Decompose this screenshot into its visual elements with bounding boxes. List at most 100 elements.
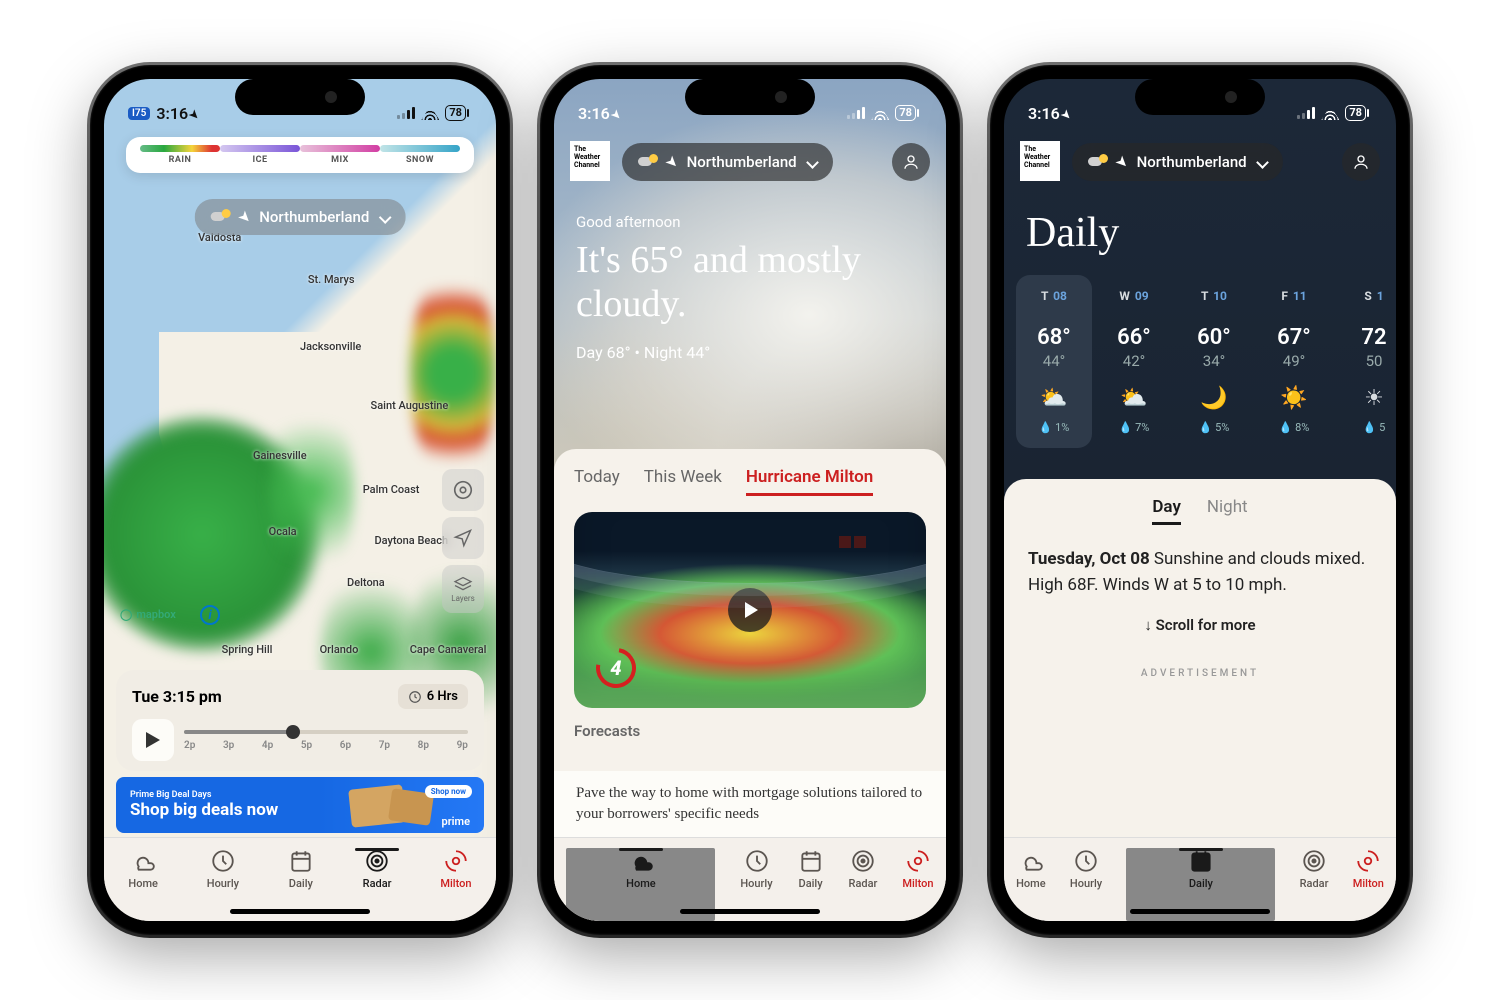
timeline-current-time: Tue 3:15 pm [132,687,222,706]
legend-item-snow: SNOW [380,145,460,165]
city-label: Deltona [347,576,385,589]
day-column[interactable]: S 1 7250 ☀ 💧 5 [1336,275,1396,448]
ad-cta: Shop now [425,785,472,798]
wifi-icon [871,106,889,120]
tab-label: Milton [440,877,471,890]
content-tabs: Today This Week Hurricane Milton [574,467,926,496]
day-column[interactable]: W 09 66°42° ⛅ 💧 7% [1096,275,1172,448]
battery-icon: 78 [445,105,466,121]
tab-label: Daily [289,877,313,890]
city-label: Orlando [320,643,359,656]
tab-milton[interactable]: Milton [902,848,933,890]
daily-forecast-strip[interactable]: T 08 68°44° ⛅ 💧 1% W 09 66°42° ⛅ 💧 7% T … [1008,275,1396,448]
ad-banner[interactable]: Pave the way to home with mortgage solut… [554,771,946,837]
chevron-down-icon [378,211,391,224]
tab-label: Hourly [740,877,772,890]
day-night-temps: Day 68° • Night 44° [576,343,710,362]
profile-button[interactable] [892,143,930,181]
tab-label: Home [1016,877,1046,890]
radar-timeline: Tue 3:15 pm 6 Hrs 2p3p4p5p6p7p8p9p [116,670,484,771]
tab-label: Radar [1300,877,1329,890]
phone-home: 3:16 78 The Weather Channel ➤ Northumber… [540,65,960,935]
day-column[interactable]: T 08 68°44° ⛅ 💧 1% [1016,275,1092,448]
tab-home[interactable]: Home [128,848,158,890]
tab-radar[interactable]: Radar [363,848,392,890]
location-name: Northumberland [259,208,369,226]
home-indicator[interactable] [230,909,370,914]
day-night-tabs: Day Night [1004,497,1396,525]
tab-milton[interactable]: Milton [1353,848,1384,890]
dynamic-island [685,79,815,115]
ad-banner[interactable]: Prime Big Deal DaysShop big deals now Sh… [116,777,484,833]
profile-button[interactable] [1342,143,1380,181]
hurricane-video-card[interactable] [574,512,926,708]
city-label: Saint Augustine [371,399,449,412]
signal-icon [847,107,865,119]
home-indicator[interactable] [1130,909,1270,914]
day-column[interactable]: F 11 67°49° ☀️ 💧 8% [1256,275,1332,448]
weather-channel-logo[interactable]: The Weather Channel [1020,141,1060,181]
battery-icon: 78 [895,105,916,121]
forecasts-heading: Forecasts [574,722,926,740]
weather-channel-logo[interactable]: The Weather Channel [570,141,610,181]
map-info-button[interactable]: i [200,605,220,625]
play-icon [728,588,772,632]
timeline-ticks: 2p3p4p5p6p7p8p9p [184,740,468,751]
tab-label: Radar [849,877,878,890]
tab-hourly[interactable]: Hourly [207,848,239,890]
content-tab[interactable]: This Week [644,467,722,496]
city-label: Jacksonville [300,340,361,353]
city-label: Palm Coast [363,483,420,496]
location-services-icon [607,103,627,123]
location-arrow-icon: ➤ [661,151,683,173]
tab-home[interactable]: Home [1016,848,1046,890]
location-selector[interactable]: ➤ Northumberland [1072,143,1283,181]
daynight-tab[interactable]: Night [1207,497,1248,525]
play-button[interactable] [132,719,174,761]
location-arrow-icon: ➤ [1111,151,1133,173]
content-tab[interactable]: Today [574,467,620,496]
legend-item-ice: ICE [220,145,300,165]
location-selector[interactable]: ➤ Northumberland [622,143,833,181]
weather-icon [638,152,658,172]
tab-label: Hourly [1070,877,1102,890]
timeline-slider[interactable]: 2p3p4p5p6p7p8p9p [184,730,468,751]
tab-label: Home [128,877,158,890]
status-time: 3:16 [578,104,610,123]
tab-hourly[interactable]: Hourly [740,848,772,890]
storm-track-button[interactable] [442,469,484,511]
radar-echo [269,399,355,584]
battery-icon: 78 [1345,105,1366,121]
locate-me-button[interactable] [442,517,484,559]
page-title: Daily [1026,209,1119,257]
tab-radar[interactable]: Radar [1300,848,1329,890]
weather-icon [211,207,231,227]
summary-date: Tuesday, Oct 08 [1028,549,1150,569]
tab-milton[interactable]: Milton [440,848,471,890]
duration-label: 6 Hrs [427,689,458,704]
legend-item-rain: RAIN [140,145,220,165]
tab-radar[interactable]: Radar [849,848,878,890]
content-tab[interactable]: Hurricane Milton [746,467,873,496]
daynight-tab[interactable]: Day [1152,497,1181,525]
mapbox-attribution[interactable]: ◯ mapbox [120,608,176,621]
layers-button[interactable]: Layers [442,565,484,613]
tab-daily[interactable]: Daily [288,848,314,890]
tab-hourly[interactable]: Hourly [1070,848,1102,890]
location-arrow-icon: ➤ [234,206,256,228]
radar-echo [410,264,496,483]
location-selector[interactable]: ➤ Northumberland [195,199,406,235]
wifi-icon [1321,106,1339,120]
layers-label: Layers [451,594,474,603]
day-column[interactable]: T 10 60°34° 🌙 💧 5% [1176,275,1252,448]
scroll-hint[interactable]: ↓ Scroll for more [1004,616,1396,634]
location-name: Northumberland [1137,153,1247,171]
city-label: Gainesville [253,449,307,462]
tab-label: Radar [363,877,392,890]
legend-item-mix: MIX [300,145,380,165]
phone-daily: 3:16 78 The Weather Channel ➤ Northumber… [990,65,1410,935]
tab-daily[interactable]: Daily [798,848,824,890]
greeting: Good afternoon [576,213,681,231]
home-indicator[interactable] [680,909,820,914]
timeline-duration-button[interactable]: 6 Hrs [398,684,468,709]
